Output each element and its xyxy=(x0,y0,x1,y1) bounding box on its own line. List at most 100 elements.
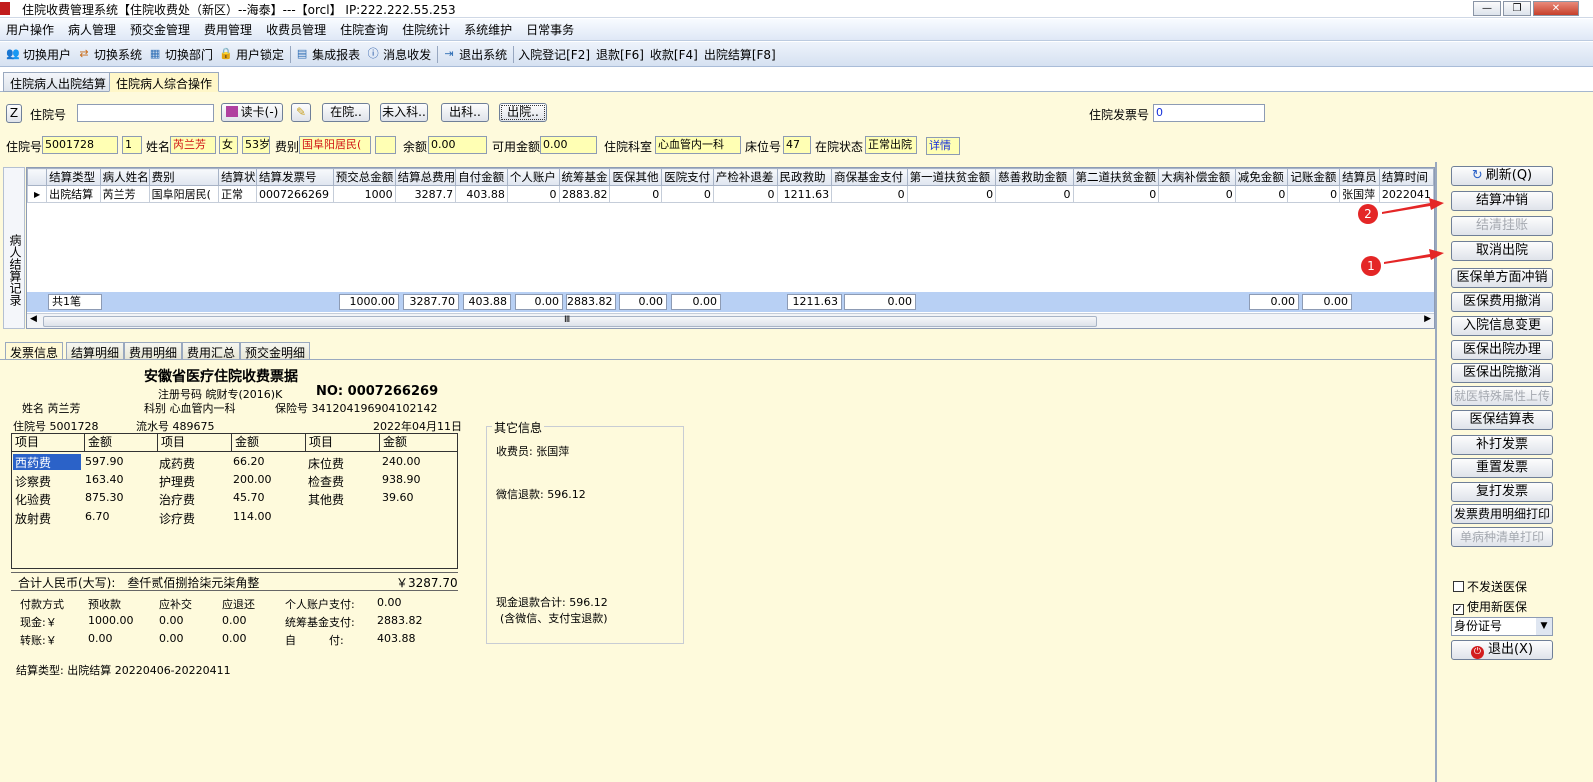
refund-shortcut[interactable]: 退款[F6] xyxy=(596,46,644,63)
collect-shortcut[interactable]: 收款[F4] xyxy=(650,46,698,63)
col-header[interactable]: 医院支付 xyxy=(661,168,714,186)
admission-info-change-button[interactable]: 入院信息变更 xyxy=(1451,316,1553,336)
report-button[interactable]: ▤ 集成报表 xyxy=(295,46,360,63)
col-header[interactable]: 费别 xyxy=(148,168,220,186)
patient-id-seq-field[interactable]: 1 xyxy=(122,136,142,154)
available-field[interactable]: 0.00 xyxy=(540,136,597,154)
tab-comprehensive[interactable]: 住院病人综合操作 xyxy=(109,72,220,92)
col-header[interactable]: 统筹基金 xyxy=(558,168,611,186)
in-hospital-button[interactable]: 在院.. xyxy=(322,103,370,122)
insurance-discharge-button[interactable]: 医保出院办理 xyxy=(1451,340,1553,360)
insurance-unilateral-reversal-button[interactable]: 医保单方面冲销 xyxy=(1451,268,1553,288)
fee-type-field[interactable]: 国阜阳居民( xyxy=(299,136,371,154)
clear-button[interactable]: ✎ xyxy=(291,103,311,122)
scroll-right-icon[interactable]: ▶ xyxy=(1424,314,1431,324)
invoice-fee-detail-print-button[interactable]: 发票费用明细打印 xyxy=(1451,504,1553,524)
scroll-thumb[interactable]: Ⅲ xyxy=(43,315,1097,327)
col-header[interactable]: 民政救助 xyxy=(776,168,833,186)
reset-invoice-button[interactable]: 重置发票 xyxy=(1451,458,1553,478)
dept-field[interactable]: 心血管内一科 xyxy=(655,136,741,154)
col-header[interactable]: 自付金额 xyxy=(455,168,508,186)
insurance-fee-revoke-button[interactable]: 医保费用撤消 xyxy=(1451,292,1553,312)
balance-field[interactable]: 0.00 xyxy=(428,136,487,154)
tab-settlement-detail[interactable]: 结算明细 xyxy=(66,342,125,360)
maximize-button[interactable]: ❐ xyxy=(1503,1,1531,16)
table-row[interactable]: ▶ 出院结算 芮兰芳 国阜阳居民( 正常 0007266269 1000 328… xyxy=(26,185,1435,203)
tab-fee-summary[interactable]: 费用汇总 xyxy=(182,342,241,360)
id-type-select[interactable]: 身份证号 ▼ xyxy=(1451,617,1553,636)
menu-system[interactable]: 系统维护 xyxy=(458,21,520,38)
tab-discharge-settlement[interactable]: 住院病人出院结算 xyxy=(3,72,114,92)
tab-invoice-info[interactable]: 发票信息 xyxy=(5,342,64,360)
menu-daily[interactable]: 日常事务 xyxy=(520,21,582,38)
menu-fee[interactable]: 费用管理 xyxy=(198,21,260,38)
use-new-insurance-checkbox[interactable]: ✓ 使用新医保 xyxy=(1453,598,1527,615)
scroll-left-icon[interactable]: ◀ xyxy=(30,314,37,324)
col-header[interactable]: 病人姓名 xyxy=(99,168,150,186)
tab-fee-detail[interactable]: 费用明细 xyxy=(124,342,183,360)
close-button[interactable]: ✕ xyxy=(1533,1,1579,16)
no-send-insurance-checkbox[interactable]: 不发送医保 xyxy=(1453,578,1527,595)
col-header[interactable]: 记账金额 xyxy=(1287,168,1341,186)
insurance-discharge-revoke-button[interactable]: 医保出院撤消 xyxy=(1451,363,1553,383)
menu-deposit[interactable]: 预交金管理 xyxy=(124,21,198,38)
status-field[interactable]: 正常出院 xyxy=(865,136,917,154)
menu-query[interactable]: 住院查询 xyxy=(334,21,396,38)
col-header[interactable]: 商保基金支付 xyxy=(831,168,908,186)
z-button[interactable]: Z xyxy=(6,104,22,123)
single-disease-print-button[interactable]: 单病种清单打印 xyxy=(1451,527,1553,547)
name-field[interactable]: 芮兰芳 xyxy=(170,136,216,154)
col-header[interactable]: 第二道扶贫金额 xyxy=(1072,168,1160,186)
refresh-button[interactable]: ↻ 刷新(Q) xyxy=(1451,166,1553,186)
col-header[interactable]: 结算状 xyxy=(218,168,257,186)
col-header[interactable]: 个人账户 xyxy=(506,168,560,186)
not-admitted-button[interactable]: 未入科.. xyxy=(380,103,428,122)
col-header[interactable]: 减免金额 xyxy=(1234,168,1289,186)
invoice-no-input[interactable]: 0 xyxy=(1153,104,1265,122)
exit-button[interactable]: ⏻ 退出(X) xyxy=(1451,640,1553,660)
message-button[interactable]: ⓘ 消息收发 xyxy=(366,46,432,63)
col-header[interactable]: 慈善救助金额 xyxy=(995,168,1074,186)
item-name[interactable]: 西药费 xyxy=(13,454,81,470)
col-header[interactable]: 结算员 xyxy=(1339,168,1380,186)
menu-user[interactable]: 用户操作 xyxy=(0,21,62,38)
sex-field[interactable]: 女 xyxy=(219,136,238,154)
cancel-discharge-button[interactable]: 取消出院 xyxy=(1451,241,1553,261)
duplicate-invoice-button[interactable]: 复打发票 xyxy=(1451,482,1553,502)
discharged-button[interactable]: 出院.. xyxy=(499,103,547,122)
switch-user-button[interactable]: 👥 切换用户 xyxy=(6,46,71,63)
minimize-button[interactable]: — xyxy=(1473,1,1501,16)
col-header[interactable]: 第一道扶贫金额 xyxy=(906,168,997,186)
admission-shortcut[interactable]: 入院登记[F2] xyxy=(518,46,590,63)
col-header[interactable]: 预交总金额 xyxy=(332,168,396,186)
bed-field[interactable]: 47 xyxy=(783,136,811,154)
col-header[interactable]: 结算类型 xyxy=(46,168,101,186)
col-header[interactable]: 大病补偿金额 xyxy=(1158,168,1236,186)
tab-deposit-detail[interactable]: 预交金明细 xyxy=(240,342,311,360)
extra-field[interactable] xyxy=(375,136,396,154)
special-attribute-upload-button[interactable]: 就医特殊属性上传 xyxy=(1451,386,1553,406)
menu-cashier[interactable]: 收费员管理 xyxy=(260,21,334,38)
col-header[interactable]: 结算总费用 xyxy=(394,168,457,186)
menu-stats[interactable]: 住院统计 xyxy=(396,21,458,38)
left-dept-button[interactable]: 出科.. xyxy=(441,103,489,122)
col-header[interactable]: 医保其他 xyxy=(609,168,663,186)
clear-credit-button[interactable]: 结清挂账 xyxy=(1451,216,1553,236)
read-card-button[interactable]: 读卡(-) xyxy=(221,103,283,122)
settlement-reversal-button[interactable]: 结算冲销 xyxy=(1451,191,1553,211)
lock-user-button[interactable]: 🔒 用户锁定 xyxy=(219,46,284,63)
discharge-settle-shortcut[interactable]: 出院结算[F8] xyxy=(704,46,776,63)
exit-system-button[interactable]: ⇥ 退出系统 xyxy=(442,46,507,63)
switch-department-button[interactable]: ▦ 切换部门 xyxy=(148,46,213,63)
col-header[interactable]: 产检补退差 xyxy=(712,168,778,186)
col-header[interactable]: 结算发票号 xyxy=(256,168,334,186)
age-field[interactable]: 53岁 xyxy=(242,136,270,154)
horizontal-scrollbar[interactable]: ◀ Ⅲ ▶ xyxy=(27,313,1434,328)
insurance-settlement-sheet-button[interactable]: 医保结算表 xyxy=(1451,410,1553,430)
col-header[interactable]: 结算时间 xyxy=(1378,168,1435,186)
detail-link[interactable]: 详情 xyxy=(926,137,960,155)
reprint-invoice-button[interactable]: 补打发票 xyxy=(1451,435,1553,455)
switch-system-button[interactable]: ⇄ 切换系统 xyxy=(77,46,142,63)
menu-patient[interactable]: 病人管理 xyxy=(62,21,124,38)
hospital-no-input[interactable] xyxy=(77,104,214,122)
